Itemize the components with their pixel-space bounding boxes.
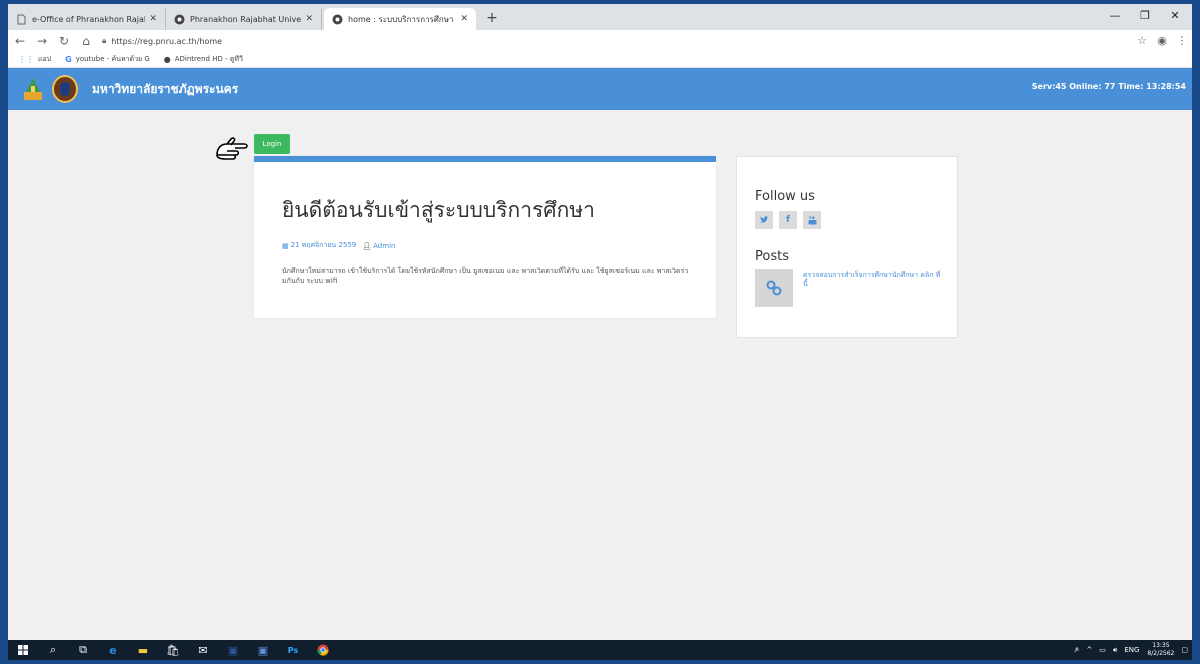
taskbar-clock[interactable]: 13:35 8/2/2562 [1147,642,1174,658]
browser-toolbar: ← → ↻ ⌂ 🔒︎ https://reg.pnru.ac.th/home ☆… [8,30,1192,52]
store-icon[interactable]: 🛍︎ [158,640,188,660]
lock-icon: 🔒︎ [102,36,107,45]
sidebar-card: Follow us f Posts ตรวจสอบการสำเร็จการศึก… [736,156,958,338]
file-explorer-icon[interactable]: ▬ [128,640,158,660]
post-author[interactable]: Admin [373,242,395,250]
server-status: Serv:45 Online: 77 Time: 13:28:54 [1031,82,1186,91]
chrome-icon[interactable] [308,640,338,660]
calendar-icon: ▦ [282,241,289,250]
bookmarks-bar: ⋮⋮ แอป G youtube - ค้นหาด้วย G ● ADintre… [8,52,1192,68]
tab-eoffice[interactable]: e-Office of Phranakhon Rajabhat ✕ [8,8,166,30]
new-tab-button[interactable]: + [482,8,502,28]
language-indicator[interactable]: ENG [1124,646,1139,654]
bookmark-star-icon[interactable]: ☆ [1132,31,1152,51]
youtube-icon[interactable] [803,211,821,229]
windows-start-icon[interactable] [8,640,38,660]
tab-home[interactable]: home : ระบบบริการการศึกษา มหาวิท ✕ [324,8,476,30]
site-name[interactable]: มหาวิทยาลัยราชภัฏพระนคร [92,80,238,99]
forward-icon[interactable]: → [32,31,52,51]
university-emblem-icon[interactable] [22,76,44,102]
close-window-icon[interactable]: ✕ [1160,6,1190,26]
follow-title: Follow us [755,189,815,204]
volume-icon[interactable]: 🔊︎ [1113,646,1117,655]
task-view-icon[interactable]: ⧉ [68,640,98,660]
network-icon[interactable]: ▭ [1099,646,1106,654]
twitter-icon[interactable] [755,211,773,229]
minimize-icon[interactable]: — [1100,6,1130,26]
photoshop-icon[interactable]: Ps [278,640,308,660]
clock-time: 13:35 [1152,642,1170,649]
address-bar[interactable]: 🔒︎ https://reg.pnru.ac.th/home [102,32,1132,50]
bookmark-adintrend[interactable]: ● ADintrend HD - ดูทีวี [164,54,243,65]
bookmark-label: youtube - ค้นหาด้วย G [75,55,150,63]
site-header: มหาวิทยาลัยราชภัฏพระนคร Serv:45 Online: … [8,68,1192,110]
welcome-title: ยินดีต้อนรับเข้าสู่ระบบบริการศึกษา [282,198,595,222]
bookmark-youtube[interactable]: G youtube - ค้นหาด้วย G [65,54,150,65]
media-icon[interactable]: ▣ [248,640,278,660]
tab-label: home : ระบบบริการการศึกษา มหาวิท [348,14,456,24]
tray-overflow-icon[interactable]: ^ [1086,646,1092,654]
profile-icon[interactable]: ◉ [1152,31,1172,51]
university-seal-icon[interactable] [52,75,78,103]
site-icon [332,14,343,25]
word-icon[interactable]: ▣ [218,640,248,660]
bookmark-label: แอป [38,55,52,63]
clock-date: 8/2/2562 [1147,650,1175,657]
system-tray: ዶ ^ ▭ 🔊︎ ENG 13:35 8/2/2562 ▢ [1067,640,1188,660]
link-icon [766,280,782,296]
home-icon[interactable]: ⌂ [76,31,96,51]
user-icon: 👤︎ [362,241,372,250]
post-link[interactable]: ตรวจสอบการสำเร็จการศึกษานักศึกษา คลิก ที… [803,271,943,289]
tab-university[interactable]: Phranakhon Rajabhat University ✕ [166,8,322,30]
posts-title: Posts [755,249,789,264]
close-tab-icon[interactable]: ✕ [305,14,313,24]
welcome-card: ยินดีต้อนรับเข้าสู่ระบบบริการศึกษา ▦ 21 … [254,156,716,318]
edge-icon[interactable]: e [98,640,128,660]
windows-taskbar: ⌕ ⧉ e ▬ 🛍︎ ✉ ▣ ▣ Ps ዶ ^ ▭ 🔊︎ ENG 13:35 8… [8,640,1192,660]
back-icon[interactable]: ← [10,31,30,51]
url-text: https://reg.pnru.ac.th/home [111,36,223,46]
post-meta: ▦ 21 พฤศจิกายน 2559 👤︎ Admin [282,240,395,251]
bookmark-apps[interactable]: ⋮⋮ แอป [18,54,51,65]
tab-label: Phranakhon Rajabhat University [190,14,302,24]
document-icon [16,14,27,25]
adintrend-icon: ● [163,55,171,64]
people-icon[interactable]: ዶ [1074,646,1079,655]
bookmark-label: ADintrend HD - ดูทีวี [174,55,243,63]
maximize-icon[interactable]: ❐ [1130,6,1160,26]
post-date[interactable]: 21 พฤศจิกายน 2559 [291,240,357,251]
reload-icon[interactable]: ↻ [54,31,74,51]
search-icon[interactable]: ⌕ [38,640,68,660]
notification-icon[interactable]: ▢ [1181,646,1188,654]
close-tab-icon[interactable]: ✕ [149,14,157,24]
login-button[interactable]: Login [254,134,290,154]
mail-icon[interactable]: ✉ [188,640,218,660]
post-thumbnail[interactable] [755,269,793,307]
pointing-hand-icon [216,137,248,160]
browser-tab-strip: e-Office of Phranakhon Rajabhat ✕ Phrana… [8,4,1192,30]
facebook-icon[interactable]: f [779,211,797,229]
menu-icon[interactable]: ⋮ [1172,31,1192,51]
welcome-body: นักศึกษาใหม่สามารถ เข้าใช้บริการได้ โดยใ… [282,267,689,285]
screen-frame: e-Office of Phranakhon Rajabhat ✕ Phrana… [8,4,1192,660]
tab-label: e-Office of Phranakhon Rajabhat [32,14,145,24]
close-tab-icon[interactable]: ✕ [460,14,468,24]
apps-icon: ⋮⋮ [18,55,34,64]
site-icon [174,14,185,25]
google-icon: G [65,55,72,64]
page-body: Login ยินดีต้อนรับเข้าสู่ระบบบริการศึกษา… [8,110,1192,640]
social-links: f [755,211,827,229]
